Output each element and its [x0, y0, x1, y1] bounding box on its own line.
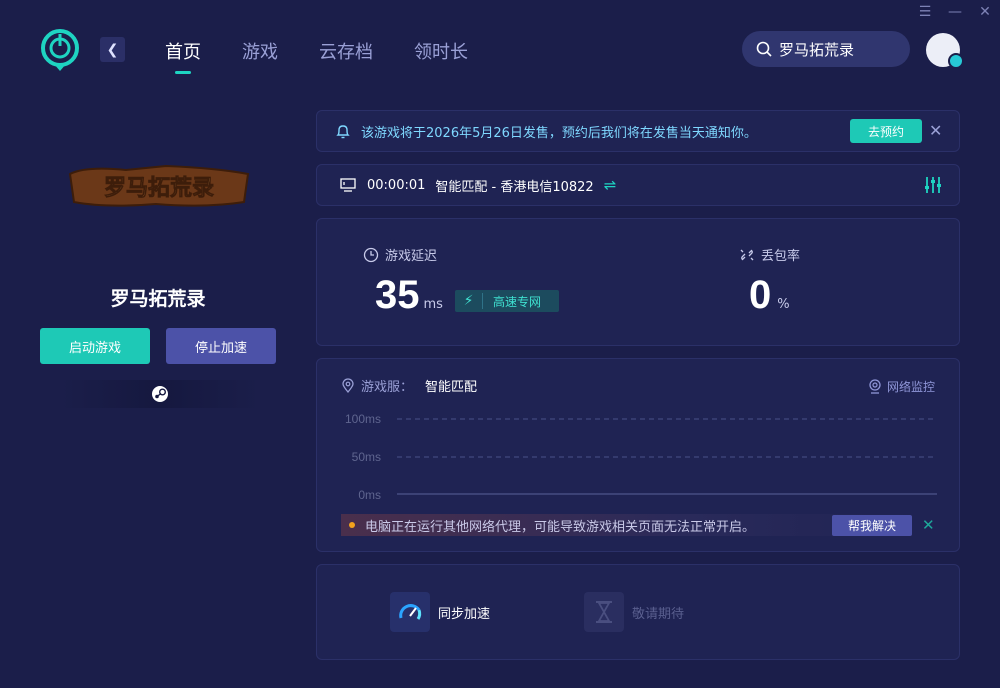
y-tick-100: 100ms: [344, 412, 381, 426]
feature-sync-label: 同步加速: [438, 606, 491, 622]
bolt-icon: ⚡: [455, 293, 483, 309]
search-box[interactable]: 罗马拓荒录: [742, 31, 910, 67]
loss-value: 0: [749, 273, 772, 317]
server-icon: [340, 178, 356, 192]
server-value: 智能匹配: [425, 380, 478, 395]
close-warning-icon[interactable]: ✕: [922, 516, 935, 534]
latency-unit: ms: [423, 297, 443, 312]
notice-text: 该游戏将于2026年5月26日发售，预约后我们将在发售当天通知你。: [361, 125, 757, 141]
hourglass-icon: [584, 592, 624, 632]
monitor-pin-icon: [869, 379, 881, 394]
boost-timer: 00:00:01: [367, 177, 426, 193]
help-me-fix-button[interactable]: 帮我解决: [832, 515, 912, 536]
line-tag: ⚡ 高速专网: [455, 290, 559, 312]
warning-text: 电脑正在运行其他网络代理，可能导致游戏相关页面无法正常开启。: [365, 519, 756, 535]
back-button[interactable]: ❮: [100, 37, 125, 62]
loss-label-row: 丢包率: [739, 245, 800, 264]
release-notice: 该游戏将于2026年5月26日发售，预约后我们将在发售当天通知你。 去预约 ✕: [316, 110, 960, 152]
latency-readout: 35 ms: [375, 273, 443, 318]
server-row: 游戏服： 智能匹配: [341, 376, 477, 395]
stats-card: 游戏延迟 35 ms ⚡ 高速专网 丢包率 0 %: [316, 218, 960, 346]
network-monitor-label: 网络监控: [886, 380, 935, 394]
location-pin-icon: [342, 378, 354, 393]
search-input[interactable]: 罗马拓荒录: [779, 39, 854, 60]
line-tag-label: 高速专网: [493, 294, 542, 309]
route-settings-icon[interactable]: [923, 175, 943, 195]
game-title: 罗马拓荒录: [110, 288, 206, 310]
speedometer-icon: [390, 592, 430, 632]
broken-link-icon: [740, 249, 754, 260]
clock-icon: [363, 247, 379, 262]
route-bar: 00:00:01 智能匹配 - 香港电信10822 ⇌: [316, 164, 960, 206]
nav-get-time[interactable]: 领时长: [414, 38, 468, 64]
window-controls: ☰ — ✕: [918, 4, 992, 20]
nav-games[interactable]: 游戏: [242, 38, 278, 64]
avatar[interactable]: [926, 33, 964, 69]
server-label: 游戏服：: [361, 380, 414, 395]
loss-label: 丢包率: [761, 249, 801, 264]
proxy-warning: 电脑正在运行其他网络代理，可能导致游戏相关页面无法正常开启。: [341, 514, 913, 536]
app-logo-icon: [41, 29, 79, 71]
latency-label-row: 游戏延迟: [363, 245, 437, 264]
switch-node-icon[interactable]: ⇌: [604, 176, 617, 194]
feature-coming-soon-label: 敬请期待: [632, 606, 685, 622]
vip-diamond-icon: [948, 53, 964, 69]
feature-sync-boost[interactable]: 同步加速: [390, 592, 490, 632]
minimize-icon[interactable]: —: [948, 4, 962, 20]
bell-icon: [336, 125, 350, 139]
close-notice-icon[interactable]: ✕: [929, 121, 945, 141]
search-icon: [756, 41, 772, 57]
latency-value: 35: [375, 273, 420, 317]
y-tick-50: 50ms: [351, 450, 381, 464]
loss-unit: %: [777, 297, 790, 312]
latency-chart-grid: [397, 418, 937, 495]
feature-coming-soon: 敬请期待: [584, 592, 684, 632]
main-nav: 首页 游戏 云存档 领时长: [165, 38, 468, 64]
close-window-icon[interactable]: ✕: [978, 4, 992, 20]
latency-label: 游戏延迟: [385, 249, 438, 264]
features-card: 同步加速 敬请期待: [316, 564, 960, 660]
network-graph-card: 游戏服： 智能匹配 网络监控 100ms 50ms 0ms 电脑正在运行其他网络…: [316, 358, 960, 552]
game-logo: 罗马拓荒录: [68, 164, 250, 207]
route-node: 智能匹配 - 香港电信10822: [435, 179, 594, 195]
warning-dot-icon: [349, 522, 355, 528]
platform-bar: [60, 380, 260, 408]
stop-boost-button[interactable]: 停止加速: [166, 328, 276, 364]
steam-icon[interactable]: [151, 385, 169, 403]
network-monitor-link[interactable]: 网络监控: [868, 378, 935, 395]
game-logo-text: 罗马拓荒录: [104, 176, 214, 201]
menu-icon[interactable]: ☰: [918, 4, 932, 20]
start-game-button[interactable]: 启动游戏: [40, 328, 150, 364]
chevron-left-icon: ❮: [106, 41, 119, 58]
nav-cloud-saves[interactable]: 云存档: [319, 38, 373, 64]
nav-home[interactable]: 首页: [165, 38, 201, 64]
loss-readout: 0 %: [749, 273, 790, 318]
reserve-button[interactable]: 去预约: [850, 119, 922, 143]
y-tick-0: 0ms: [358, 488, 381, 502]
